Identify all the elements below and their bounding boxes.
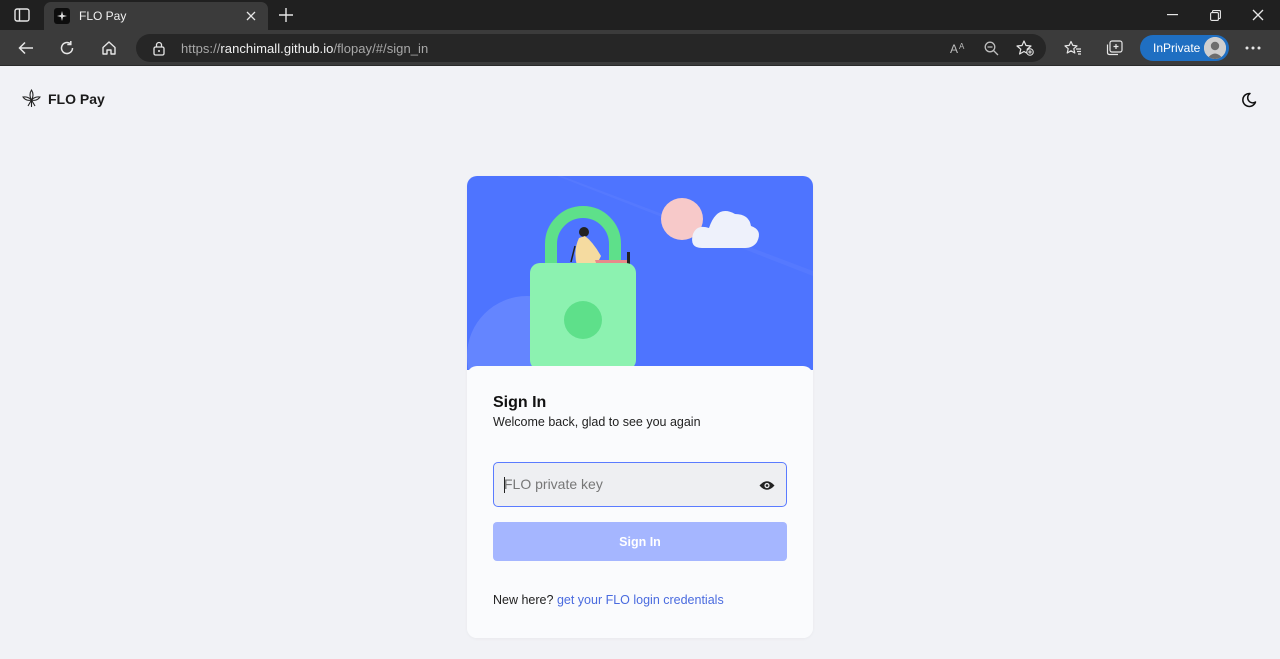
signup-prompt-text: New here?: [493, 593, 554, 607]
private-key-input[interactable]: [504, 463, 744, 505]
signup-prompt: New here? get your FLO login credentials: [493, 593, 724, 607]
read-aloud-icon[interactable]: AA: [947, 38, 969, 58]
app-logo[interactable]: FLO Pay: [22, 89, 105, 108]
avatar[interactable]: [1204, 37, 1226, 59]
signin-card: Sign In Welcome back, glad to see you ag…: [467, 176, 813, 638]
browser-tab[interactable]: FLO Pay: [44, 2, 268, 30]
more-icon[interactable]: [1238, 34, 1268, 62]
add-favorite-icon[interactable]: [1014, 38, 1036, 58]
get-credentials-link[interactable]: get your FLO login credentials: [557, 593, 724, 607]
app-header: FLO Pay: [0, 67, 1280, 131]
app-name: FLO Pay: [48, 90, 105, 107]
hero-illustration: [467, 176, 813, 416]
text-caret: [504, 477, 505, 493]
tab-actions-icon[interactable]: [10, 6, 34, 24]
zoom-out-icon[interactable]: [980, 38, 1002, 58]
close-icon[interactable]: [242, 7, 260, 25]
back-arrow-icon[interactable]: [11, 34, 41, 62]
inprivate-label: InPrivate: [1153, 41, 1201, 55]
flo-logo-icon: [22, 89, 41, 107]
page-title: Sign In: [493, 394, 547, 411]
svg-text:A: A: [950, 42, 958, 55]
refresh-icon[interactable]: [52, 34, 82, 62]
url-text[interactable]: https://ranchimall.github.io/flopay/#/si…: [181, 41, 428, 56]
private-key-field[interactable]: [493, 462, 787, 507]
signin-form: Sign In Welcome back, glad to see you ag…: [467, 366, 813, 638]
favorites-icon[interactable]: [1058, 34, 1088, 62]
home-icon[interactable]: [94, 34, 124, 62]
favicon-icon: [54, 8, 70, 24]
lock-icon[interactable]: [148, 38, 170, 58]
browser-titlebar: FLO Pay: [0, 0, 1280, 30]
restore-icon[interactable]: [1193, 0, 1237, 30]
moon-icon[interactable]: [1238, 89, 1260, 111]
svg-text:A: A: [959, 42, 965, 51]
address-bar[interactable]: https://ranchimall.github.io/flopay/#/si…: [136, 34, 1046, 62]
sign-in-button[interactable]: Sign In: [493, 522, 787, 561]
inprivate-badge[interactable]: InPrivate: [1140, 35, 1229, 61]
minimize-icon[interactable]: [1150, 0, 1194, 30]
close-window-icon[interactable]: [1236, 0, 1280, 30]
eye-icon[interactable]: [758, 476, 776, 494]
collections-icon[interactable]: [1099, 34, 1129, 62]
tab-title: FLO Pay: [79, 9, 127, 23]
browser-toolbar: https://ranchimall.github.io/flopay/#/si…: [0, 30, 1280, 66]
plus-icon[interactable]: [276, 6, 296, 24]
page-subtitle: Welcome back, glad to see you again: [493, 415, 701, 429]
